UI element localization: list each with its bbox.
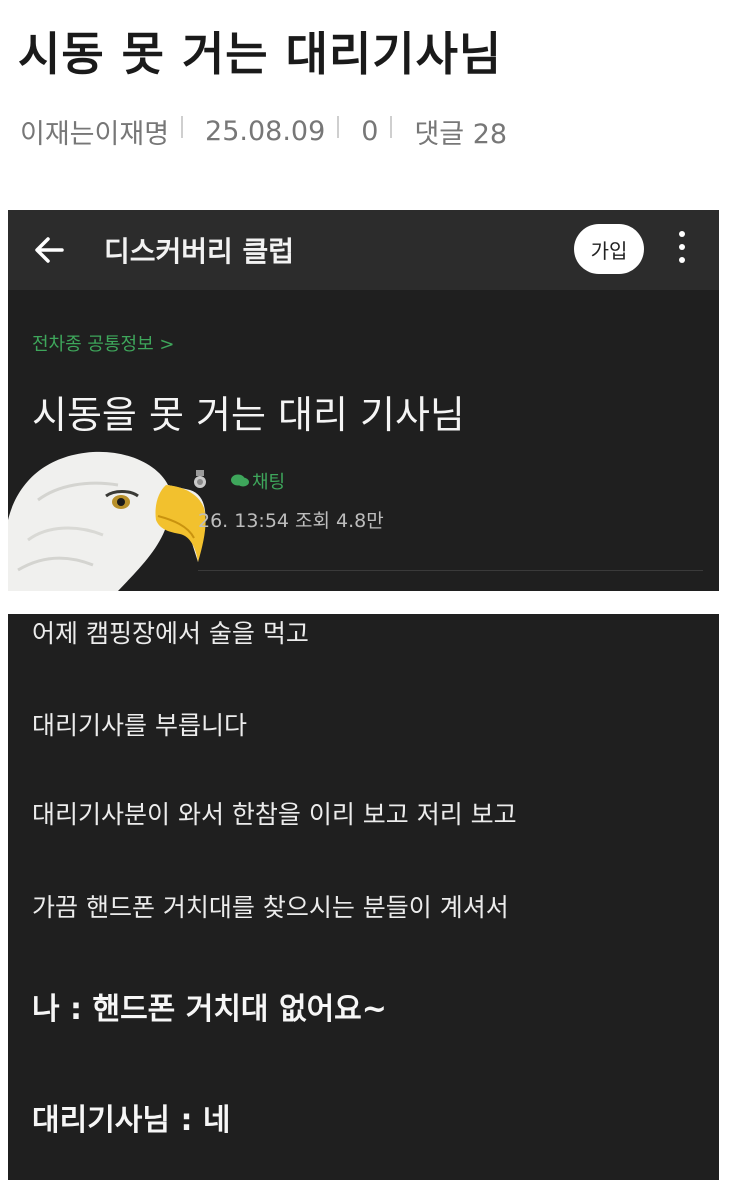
chat-bubble-icon [231, 474, 249, 487]
like-count: 0 [361, 116, 379, 147]
embedded-screenshot-header: 디스커버리 클럽 가입 전차종 공통정보 > 시동을 못 거는 대리 기사님 채… [8, 210, 719, 591]
comment-count[interactable]: 댓글 28 [414, 112, 507, 151]
body-text-line: 대리기사분이 와서 한참을 이리 보고 저리 보고 [32, 800, 517, 829]
inner-post-meta: 26. 13:54 조회 4.8만 [198, 510, 384, 532]
medal-icon [194, 470, 206, 488]
body-text-line: 어제 캠핑장에서 술을 먹고 [32, 619, 309, 648]
club-name: 디스커버리 클럽 [104, 235, 295, 268]
more-options-icon[interactable] [672, 226, 692, 274]
meta-divider [390, 115, 393, 138]
category-breadcrumb[interactable]: 전차종 공통정보 > [32, 330, 174, 356]
chat-label: 채팅 [252, 472, 286, 493]
body-text-line: 대리기사를 부릅니다 [32, 711, 247, 740]
author-name[interactable]: 이재는이재명 [20, 112, 169, 151]
join-button[interactable]: 가입 [574, 224, 644, 274]
embedded-screenshot-body: 어제 캠핑장에서 술을 먹고 대리기사를 부릅니다 대리기사분이 와서 한참을 … [8, 614, 719, 1180]
body-text-line-bold: 나 : 핸드폰 거치대 없어요~ [32, 992, 387, 1027]
meta-divider [337, 115, 340, 138]
divider [198, 570, 703, 571]
post-meta-bar: 이재는이재명 25.08.09 0 댓글 28 [20, 112, 507, 151]
eagle-avatar-image [8, 451, 206, 591]
post-date: 25.08.09 [205, 116, 326, 147]
body-text-line-bold: 대리기사님 : 네 [32, 1103, 231, 1138]
body-text-line: 가끔 핸드폰 거치대를 찾으시는 분들이 계셔서 [32, 893, 509, 922]
meta-divider [181, 115, 184, 138]
post-title: 시동 못 거는 대리기사님 [18, 27, 503, 81]
app-bar: 디스커버리 클럽 가입 [8, 210, 719, 290]
back-arrow-icon[interactable] [32, 228, 68, 272]
chat-link[interactable]: 채팅 [230, 468, 285, 494]
